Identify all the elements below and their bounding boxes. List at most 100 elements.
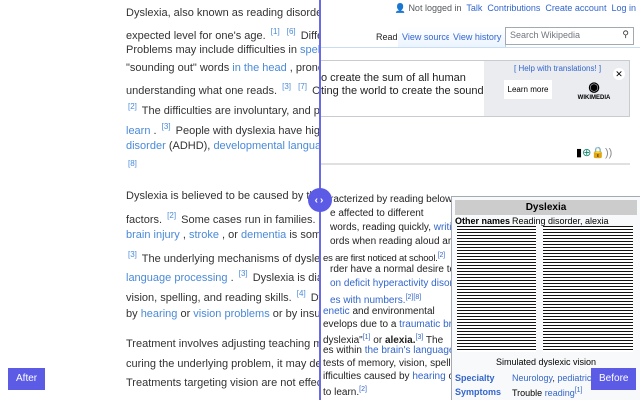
body-text: enetic and environmental: [323, 306, 435, 317]
body-text: tests of memory, vision, spelling,: [323, 358, 467, 369]
after-text-line: "sounding out" words in the head , prono…: [126, 61, 320, 75]
citation[interactable]: [4]: [297, 289, 306, 298]
text: .: [153, 125, 157, 137]
after-text-line: Problems may include difficulties in spe…: [126, 43, 320, 57]
citation[interactable]: [6]: [287, 27, 296, 36]
after-text-line: brain injury , stroke , or dementia is s…: [126, 228, 320, 242]
article-link[interactable]: stroke: [189, 229, 219, 241]
text: by: [126, 307, 138, 320]
citation[interactable]: [2]: [167, 211, 176, 220]
wikimedia-logo: ◉ WIKIMEDIA: [577, 79, 611, 101]
dyslexic-vision-image[interactable]: [457, 226, 536, 352]
text: , or: [222, 229, 238, 242]
text: Some cases run in families.: [181, 213, 316, 226]
text: Dyslexia is believed to be caused by the: [126, 190, 320, 202]
after-text-line: Dyslexia is believed to be caused by the…: [126, 189, 320, 203]
article-link[interactable]: brain injury: [126, 229, 180, 241]
after-label: After: [8, 368, 46, 390]
citation[interactable]: [2]: [438, 252, 445, 259]
citation[interactable]: [3]: [239, 269, 248, 278]
article-link[interactable]: spelling: [300, 44, 320, 56]
article-link[interactable]: language processing: [126, 272, 228, 284]
text: The underlying mechanisms of dyslexia re: [141, 252, 320, 265]
text: ,: [182, 229, 186, 242]
citation[interactable]: [3]: [128, 250, 137, 259]
article-link[interactable]: in the head: [232, 62, 286, 74]
banner-side: [ Help with translations! ] Learn more ◉…: [484, 61, 629, 116]
after-text-line: curing the underlying problem, it may de…: [126, 357, 320, 370]
help-translations-link[interactable]: [ Help with translations! ]: [514, 62, 601, 75]
citation[interactable]: [7]: [298, 82, 307, 91]
text: Dyslexia is diagnos: [252, 272, 320, 285]
contributions-link[interactable]: Contributions: [487, 3, 540, 13]
search-icon[interactable]: ⚲: [622, 29, 629, 40]
after-text-line: [8]: [126, 157, 139, 175]
tab-view-source[interactable]: View source: [398, 27, 456, 48]
after-text-line: Treatment involves adjusting teaching me…: [126, 338, 320, 350]
article-link[interactable]: learn: [126, 125, 150, 137]
after-text-line: disorder (ADHD), developmental language …: [126, 139, 320, 153]
reading-link[interactable]: reading: [545, 388, 575, 398]
citation[interactable]: [1]: [271, 27, 280, 36]
close-icon[interactable]: ✕: [613, 68, 625, 80]
symptoms-value: Trouble reading[1]: [512, 387, 583, 398]
neurology-link[interactable]: Neurology: [512, 373, 552, 383]
text: factors.: [126, 213, 163, 226]
plus-icon[interactable]: ⊕: [582, 147, 591, 159]
article-link[interactable]: hearing: [141, 308, 178, 320]
body-text: ords when reading aloud and: [330, 236, 459, 247]
tab-rule: [320, 47, 640, 48]
chevron-right-icon: ›: [320, 194, 326, 206]
citation[interactable]: [2]: [128, 102, 137, 111]
lock-icon[interactable]: 🔒: [591, 147, 605, 159]
dyslexic-vision-image[interactable]: [543, 226, 633, 352]
text: Dyslexia, also known as reading disorder…: [126, 7, 320, 19]
citation[interactable]: [3]: [282, 82, 291, 91]
after-text-line: Treatments targeting vision are not effe…: [126, 377, 320, 389]
after-text-line: by hearing or vision problems or by insu…: [126, 307, 320, 321]
after-text-line: learn . [3] People with dyslexia have hi…: [126, 120, 320, 138]
citation[interactable]: [8]: [128, 159, 137, 168]
donation-banner: o create the sum of all human ting the w…: [320, 60, 630, 117]
citation[interactable]: [2]: [359, 386, 367, 393]
article-link[interactable]: dementia: [241, 229, 286, 241]
text: Different: [300, 30, 320, 42]
hearing-link[interactable]: hearing: [412, 371, 445, 382]
text: .: [230, 272, 234, 285]
create-account-link[interactable]: Create account: [545, 3, 606, 13]
user-icon: 👤: [394, 3, 406, 13]
log-in-link[interactable]: Log in: [611, 3, 636, 13]
body-text: evelops due to a traumatic brain: [323, 319, 466, 330]
text: is sometin: [289, 229, 320, 242]
specialty-link[interactable]: Specialty: [455, 373, 495, 383]
personal-tools: 👤 Not logged in Talk Contributions Creat…: [395, 3, 636, 14]
body-text: ifficulties caused by hearing or: [323, 371, 457, 382]
brain-language-link[interactable]: the brain's language: [365, 345, 455, 356]
tab-view-history[interactable]: View history: [449, 27, 507, 48]
talk-link[interactable]: Talk: [466, 3, 482, 13]
after-text-line: [2] The difficulties are involuntary, an…: [126, 100, 320, 118]
text: vision, spelling, and reading skills.: [126, 292, 292, 304]
text: "sounding out" words: [126, 62, 230, 74]
adhd-link[interactable]: on deficit hyperactivity disorder: [330, 278, 467, 289]
learn-more-button[interactable]: Learn more: [504, 80, 552, 99]
article-link[interactable]: vision problems: [193, 308, 269, 320]
after-text-line: factors. [2] Some cases run in families.…: [126, 209, 320, 227]
article-link[interactable]: disorder: [126, 140, 166, 152]
genetic-link[interactable]: enetic: [323, 306, 350, 317]
body-text: to learn.[2]: [323, 386, 367, 398]
text: Problems may include difficulties in: [126, 44, 297, 56]
before-panel: 👤 Not logged in Talk Contributions Creat…: [320, 0, 640, 400]
citation[interactable]: [3]: [162, 122, 171, 131]
title-rule: [320, 163, 630, 165]
search-placeholder: Search Wikipedia: [510, 30, 581, 40]
page-indicators: ▮⊕🔒)): [576, 146, 612, 159]
text: People with dyslexia have higher ra: [175, 125, 320, 137]
search-input[interactable]: Search Wikipedia ⚲: [505, 27, 634, 45]
after-text-line: Dyslexia, also known as reading disorder…: [126, 6, 320, 20]
slider-handle[interactable]: ‹ ›: [308, 188, 332, 212]
symptoms-link[interactable]: Symptoms: [455, 387, 501, 397]
article-link[interactable]: developmental language di: [213, 140, 320, 152]
audio-icon[interactable]: )): [605, 147, 612, 159]
body-text: racterized by reading below: [330, 194, 453, 205]
